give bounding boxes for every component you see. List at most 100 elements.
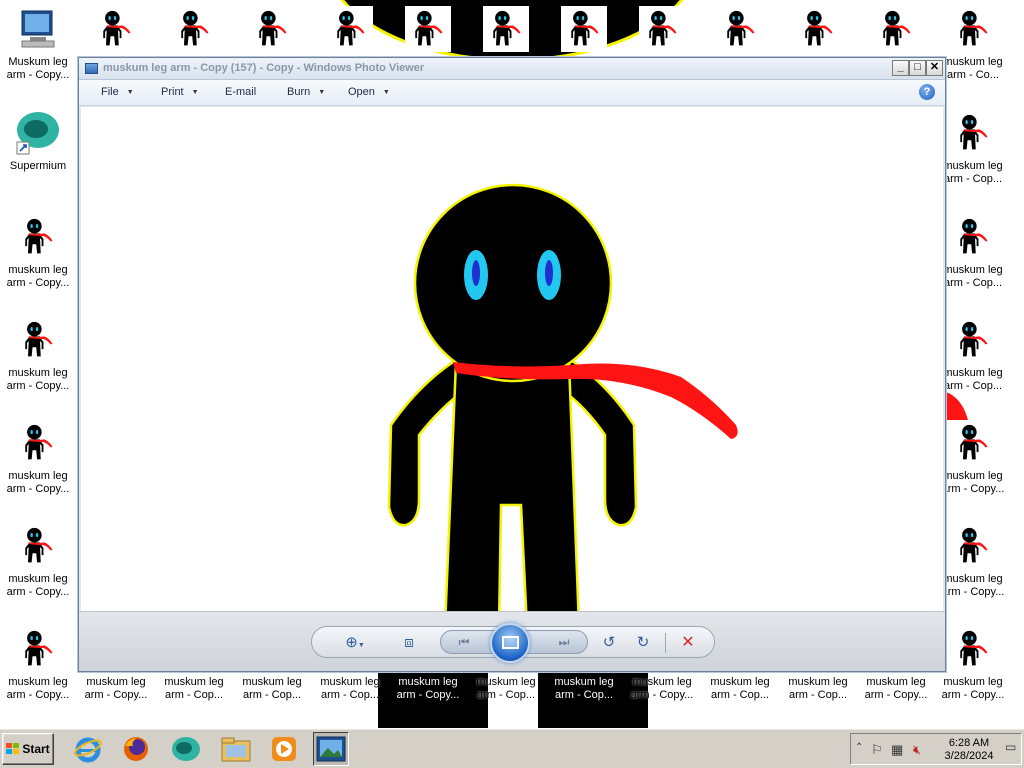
desktop-icon-label-line: muskum leg — [943, 470, 1003, 482]
chevron-down-icon: ▼ — [126, 88, 134, 96]
computer-icon — [21, 10, 55, 48]
next-button[interactable]: ⏭ — [551, 631, 577, 653]
print-menu[interactable]: Print ▼ — [161, 86, 199, 98]
media-player-button[interactable] — [266, 732, 302, 766]
stick-figure-thumbnail-icon — [960, 527, 988, 563]
desktop-icon-image — [15, 6, 61, 52]
previous-button[interactable]: ⏮ — [451, 631, 477, 653]
action-center-flag-icon[interactable]: ⚐ — [871, 742, 883, 758]
desktop-icon-label-line: arm - Cop... — [943, 380, 1003, 392]
desktop-icon-image — [950, 626, 996, 672]
desktop-icon-muskum[interactable]: muskum leg arm - Cop... — [312, 674, 388, 704]
desktop-icon-label: muskum leg arm - Cop... — [780, 676, 856, 702]
desktop-icon-muskum[interactable]: muskum leg arm - Cop... — [546, 674, 622, 704]
maximize-button[interactable]: □ — [909, 60, 926, 76]
desktop-icon-image — [950, 523, 996, 569]
controls-pill: ⊕▼ ⧈ ⏮ ⏭ ↺ ↻ ✕ — [311, 623, 715, 663]
clock[interactable]: 6:28 AM 3/28/2024 — [939, 737, 999, 763]
actual-size-button[interactable]: ⧈ — [396, 632, 422, 654]
playback-bar: ⊕▼ ⧈ ⏮ ⏭ ↺ ↻ ✕ — [79, 611, 945, 671]
desktop-icon-label-line: arm - Cop... — [320, 689, 380, 701]
rotate-counterclockwise-button[interactable]: ↺ — [596, 632, 622, 654]
desktop-icon-image — [249, 6, 295, 52]
desktop-icon-muskum[interactable]: muskum leg arm - Copy... — [858, 674, 934, 704]
desktop-icon-muskum[interactable]: muskum leg arm - Cop... — [702, 674, 778, 704]
photo-viewer-window[interactable]: muskum leg arm - Copy (157) - Copy - Win… — [78, 57, 946, 672]
stick-figure-image — [387, 183, 738, 657]
desktop-icon-label: muskum leg arm - Copy... — [78, 676, 154, 702]
internet-explorer-button[interactable] — [70, 732, 106, 766]
computer-icon[interactable]: Muskum leg arm - Copy... — [0, 6, 76, 102]
network-icon[interactable]: ▦ — [891, 742, 903, 758]
desktop-icon-muskum[interactable]: muskum leg arm - Cop... — [780, 674, 856, 704]
desktop-icon-muskum[interactable]: muskum leg arm - Cop... — [935, 214, 1011, 310]
desktop-icon-muskum[interactable]: muskum leg arm - Copy... — [0, 214, 76, 310]
zoom-button[interactable]: ⊕▼ — [338, 632, 372, 654]
desktop-icon-muskum[interactable]: muskum leg arm - Cop... — [156, 674, 232, 704]
delete-button[interactable]: ✕ — [675, 632, 701, 654]
desktop-icon-muskum[interactable]: muskum leg arm - Copy... — [78, 674, 154, 704]
desktop-icon-image — [795, 6, 841, 52]
desktop-icon-muskum[interactable]: muskum leg arm - Cop... — [935, 317, 1011, 413]
desktop-icon-muskum[interactable]: muskum leg arm - Cop... — [234, 674, 310, 704]
file-menu[interactable]: File ▼ — [101, 86, 134, 98]
desktop-icon-image — [639, 6, 685, 52]
file-explorer-button[interactable] — [218, 732, 254, 766]
desktop-icon-label-line: arm - Copy... — [941, 689, 1005, 701]
desktop-icon-label: Muskum leg arm - Copy... — [6, 56, 70, 81]
desktop-icon-muskum[interactable]: muskum leg arm - Copy... — [0, 626, 76, 722]
desktop-icon-label-line: arm - Copy... — [6, 277, 70, 289]
desktop-icon-label-line: arm - Copy... — [6, 586, 70, 598]
desktop-icon-label: muskum leg arm - Copy... — [935, 470, 1011, 496]
burn-menu[interactable]: Burn ▼ — [287, 86, 325, 98]
start-label: Start — [22, 742, 50, 756]
desktop-icon-muskum[interactable]: muskum leg arm - Co... — [935, 6, 1011, 102]
desktop-icon-image — [950, 6, 996, 52]
desktop-icon-label: muskum leg arm - Cop... — [234, 676, 310, 702]
email-button[interactable]: E-mail — [225, 86, 256, 98]
desktop-icon-muskum[interactable]: muskum leg arm - Copy... — [935, 626, 1011, 722]
desktop-icon-muskum[interactable]: muskum leg arm - Cop... — [935, 110, 1011, 206]
desktop-icon-label-line: arm - Cop... — [476, 689, 536, 701]
rotate-clockwise-button[interactable]: ↻ — [630, 632, 656, 654]
desktop-icon-muskum[interactable]: muskum leg arm - Copy... — [935, 523, 1011, 619]
close-button[interactable]: ✕ — [926, 60, 943, 76]
open-menu[interactable]: Open ▼ — [348, 86, 390, 98]
help-button[interactable]: ? — [919, 84, 935, 100]
desktop-icon-label: muskum leg arm - Cop... — [546, 676, 622, 702]
title-bar[interactable]: muskum leg arm - Copy (157) - Copy - Win… — [79, 58, 945, 80]
slideshow-button[interactable] — [490, 623, 530, 663]
volume-muted-icon[interactable]: 🔇︎ — [913, 742, 921, 758]
show-desktop-icon[interactable]: ▭ — [1005, 740, 1016, 754]
stick-figure-thumbnail-icon — [960, 424, 988, 460]
rotate-counterclockwise-icon: ↺ — [602, 634, 616, 651]
firefox-button[interactable] — [118, 732, 154, 766]
desktop-icon-muskum[interactable]: muskum leg arm - Copy... — [0, 317, 76, 413]
supermium-button[interactable] — [168, 732, 204, 766]
stick-figure-thumbnail-icon — [649, 10, 677, 46]
desktop-icon-label: muskum leg arm - Copy... — [935, 676, 1011, 702]
minimize-button[interactable]: _ — [892, 60, 909, 76]
desktop-icon-label-line: arm - Co... — [947, 69, 999, 81]
desktop-icon-muskum[interactable]: muskum leg arm - Copy... — [935, 420, 1011, 516]
desktop-icon-muskum[interactable]: muskum leg arm - Copy... — [624, 674, 700, 704]
next-icon: ⏭ — [558, 635, 570, 649]
window-title: muskum leg arm - Copy (157) - Copy - Win… — [103, 62, 425, 74]
desktop-icon-label: muskum leg arm - Copy... — [0, 367, 76, 393]
desktop-icon-muskum[interactable]: muskum leg arm - Cop... — [468, 674, 544, 704]
supermium-icon — [16, 112, 59, 155]
supermium-desktop-icon[interactable]: Supermium — [0, 110, 76, 206]
start-button[interactable]: Start — [2, 733, 54, 765]
internet-explorer-icon — [74, 737, 102, 763]
desktop-icon-muskum[interactable]: muskum leg arm - Copy... — [0, 420, 76, 516]
photo-viewer-taskbar-button[interactable] — [313, 732, 349, 766]
stick-figure-thumbnail-icon — [25, 218, 53, 254]
desktop-icon-muskum[interactable]: muskum leg arm - Copy... — [0, 523, 76, 619]
desktop-icon-label-line: arm - Copy... — [941, 483, 1005, 495]
desktop-icon-muskum[interactable]: muskum leg arm - Copy... — [390, 674, 466, 704]
show-hidden-icons-button[interactable]: ⌃ — [855, 742, 863, 753]
stick-figure-thumbnail-icon — [25, 527, 53, 563]
desktop-icon-label-line: muskum leg — [8, 264, 68, 276]
desktop-icon-label-line: arm - Cop... — [943, 277, 1003, 289]
image-display-area[interactable] — [81, 107, 943, 669]
